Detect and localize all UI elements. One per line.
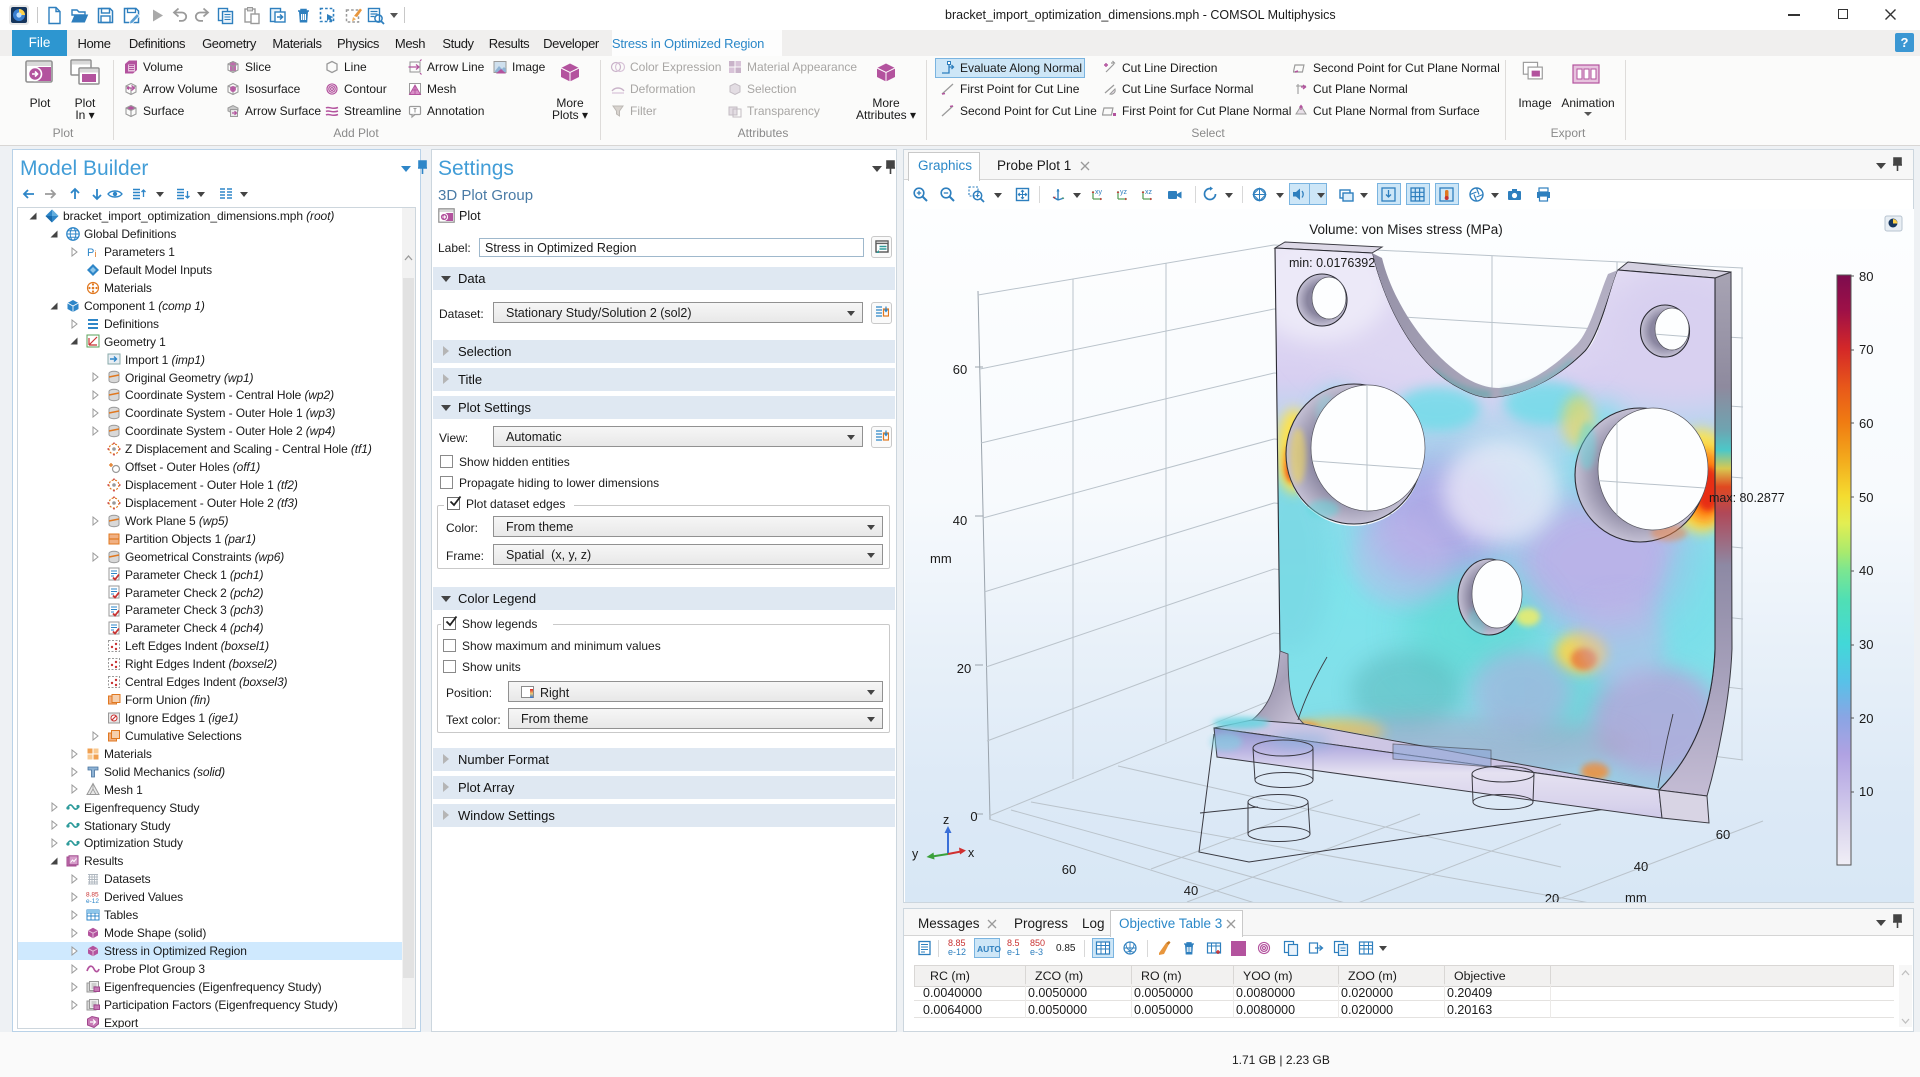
svg-text:30: 30 — [1859, 637, 1873, 652]
svg-text:mm: mm — [1625, 890, 1647, 902]
svg-text:P: P — [87, 247, 94, 259]
svg-text:xz: xz — [1145, 189, 1153, 196]
svg-text:10: 10 — [1859, 784, 1873, 799]
svg-text:max: 80.2877: max: 80.2877 — [1709, 491, 1785, 505]
svg-text:20: 20 — [1545, 891, 1559, 902]
svg-text:min: 0.0176392: min: 0.0176392 — [1289, 256, 1375, 270]
svg-text:y: y — [912, 847, 919, 861]
svg-text:60: 60 — [1716, 827, 1730, 842]
svg-text:e-12: e-12 — [86, 898, 99, 905]
svg-text:60: 60 — [1859, 416, 1873, 431]
svg-text:0: 0 — [970, 809, 977, 824]
svg-text:mm: mm — [930, 551, 952, 566]
svg-text:yz: yz — [1120, 189, 1128, 196]
svg-text:Volume: von Mises stress (MPa): Volume: von Mises stress (MPa) — [1309, 222, 1503, 237]
svg-text:50: 50 — [1859, 490, 1873, 505]
svg-text:i: i — [95, 249, 97, 259]
svg-text:40: 40 — [1184, 883, 1198, 898]
svg-text:70: 70 — [1859, 342, 1873, 357]
svg-text:20: 20 — [1859, 711, 1873, 726]
svg-text:40: 40 — [953, 513, 967, 528]
svg-text:40: 40 — [1634, 859, 1648, 874]
svg-text:20: 20 — [957, 661, 971, 676]
svg-text:60: 60 — [1062, 862, 1076, 877]
svg-text:z: z — [943, 813, 949, 827]
svg-text:60: 60 — [953, 362, 967, 377]
svg-text:40: 40 — [1859, 563, 1873, 578]
svg-text:x: x — [968, 846, 975, 860]
svg-text:80: 80 — [1859, 269, 1873, 284]
svg-text:xy: xy — [1095, 189, 1103, 196]
